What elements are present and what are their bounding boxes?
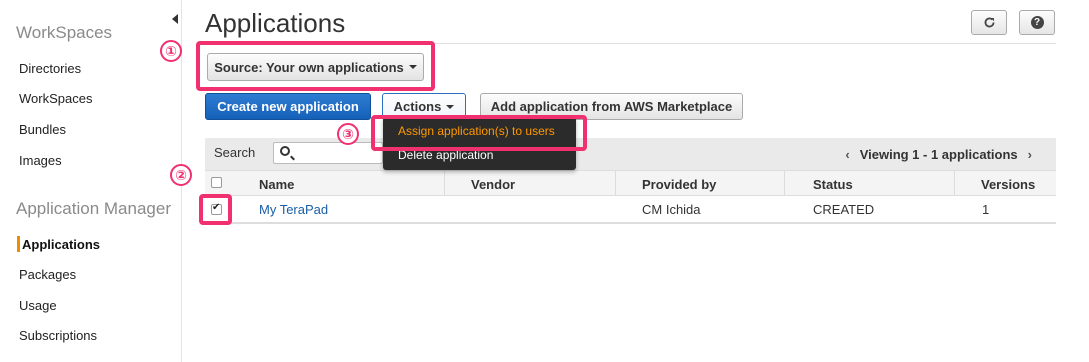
column-name[interactable]: Name [259, 177, 294, 192]
pager-text: Viewing 1 - 1 applications [859, 147, 1018, 162]
help-icon: ? [1030, 16, 1044, 29]
select-all-checkbox[interactable] [211, 177, 222, 188]
column-divider [444, 171, 445, 195]
sidebar-item-applications[interactable]: Applications [22, 237, 100, 252]
page-title: Applications [205, 8, 346, 38]
create-application-button[interactable]: Create new application [205, 93, 371, 120]
column-versions[interactable]: Versions [981, 177, 1035, 192]
sidebar: WorkSpaces Directories WorkSpaces Bundle… [0, 0, 182, 362]
chevron-down-icon [446, 104, 455, 109]
column-divider [615, 171, 616, 195]
source-dropdown-button[interactable]: Source: Your own applications [207, 53, 424, 81]
sidebar-heading-workspaces: WorkSpaces [16, 23, 113, 42]
sidebar-item-bundles[interactable]: Bundles [19, 122, 66, 137]
chevron-left-icon[interactable]: ‹ [845, 147, 849, 162]
search-icon [280, 146, 290, 156]
help-button[interactable]: ? [1019, 10, 1055, 35]
sidebar-item-workspaces[interactable]: WorkSpaces [19, 91, 92, 106]
refresh-button[interactable] [971, 10, 1007, 35]
search-label: Search [214, 145, 256, 160]
column-provided-by[interactable]: Provided by [642, 177, 716, 192]
pagination: ‹ Viewing 1 - 1 applications › [835, 147, 1042, 162]
column-vendor[interactable]: Vendor [471, 177, 515, 192]
active-indicator [17, 236, 20, 252]
sidebar-item-packages[interactable]: Packages [19, 267, 76, 282]
search-input[interactable] [273, 142, 383, 164]
cell-status: CREATED [813, 202, 875, 217]
chevron-right-icon[interactable]: › [1028, 147, 1032, 162]
title-divider [205, 43, 1056, 44]
refresh-icon [984, 17, 994, 28]
cell-provided-by: CM Ichida [642, 202, 701, 217]
applications-table: Search ‹ Viewing 1 - 1 applications › Name… [205, 138, 1056, 224]
sidebar-item-usage[interactable]: Usage [19, 298, 57, 313]
table-toolbar: Search ‹ Viewing 1 - 1 applications › [205, 138, 1056, 170]
menu-item-delete-application[interactable]: Delete application [398, 148, 493, 162]
actions-label: Actions [393, 99, 442, 114]
actions-dropdown-button[interactable]: Actions [382, 93, 466, 120]
row-checkbox[interactable] [211, 202, 222, 215]
annotation-3: ③ [337, 123, 359, 145]
chevron-down-icon [408, 65, 417, 69]
sidebar-item-images[interactable]: Images [19, 153, 62, 168]
sidebar-item-directories[interactable]: Directories [19, 61, 81, 76]
table-header: Name Vendor Provided by Status Versions [205, 170, 1056, 196]
annotation-1: ① [160, 40, 182, 62]
cell-versions: 1 [982, 202, 990, 217]
column-divider [954, 171, 955, 195]
column-status[interactable]: Status [813, 177, 853, 192]
collapse-sidebar-icon[interactable] [172, 14, 178, 24]
source-label: Source: Your own applications [214, 59, 404, 75]
sidebar-heading-application-manager: Application Manager [16, 199, 171, 218]
column-divider [784, 171, 785, 195]
annotation-2: ② [170, 164, 192, 186]
sidebar-item-subscriptions[interactable]: Subscriptions [19, 328, 97, 343]
menu-item-assign-to-users[interactable]: Assign application(s) to users [398, 124, 555, 138]
cell-name[interactable]: My TeraPad [259, 202, 328, 217]
add-from-marketplace-button[interactable]: Add application from AWS Marketplace [480, 93, 743, 120]
actions-menu: Assign application(s) to users Delete ap… [383, 117, 576, 170]
